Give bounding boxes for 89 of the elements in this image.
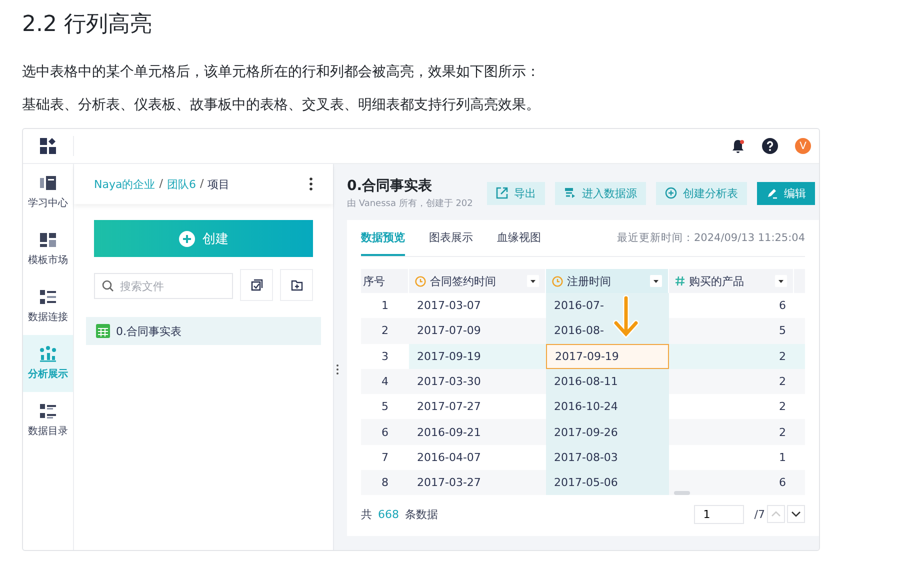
breadcrumb-current: 项目: [208, 176, 230, 192]
column-label: 购买的产品: [689, 274, 745, 288]
spreadsheet-icon: [96, 324, 110, 338]
page-count: /7: [754, 508, 765, 521]
create-icon: [665, 187, 677, 199]
dropdown-icon[interactable]: [775, 275, 787, 287]
total-count: 668: [378, 508, 399, 521]
table-cell-text: 6: [380, 424, 390, 441]
search-field[interactable]: 搜索文件: [94, 273, 233, 299]
table-cell-text: 1: [778, 450, 787, 466]
apps-icon[interactable]: [40, 138, 56, 154]
table-cell: 2017-05-06: [546, 470, 669, 496]
column-label: 合同签约时间: [430, 274, 497, 288]
nav-item[interactable]: 数据目录: [23, 392, 73, 449]
table-cell-text: 1: [380, 298, 390, 314]
dropdown-icon[interactable]: [650, 275, 662, 287]
column-label: 序号: [363, 274, 386, 288]
table-cell: 2017-09-19: [546, 344, 669, 369]
nav-item[interactable]: 学习中心: [23, 164, 73, 221]
sheet-owner-info: 由 Vanessa 所有，创建于 202: [347, 198, 474, 210]
section-heading: 2.2 行列高亮: [22, 11, 153, 39]
table-cell: 2017-09-19: [409, 344, 546, 369]
table-cell-text: 2: [380, 323, 390, 340]
learn-icon: [39, 175, 57, 191]
chevron-up-icon: [771, 511, 781, 518]
table-cell: 2017-08-03: [546, 444, 669, 470]
table-cell-text: 2: [778, 399, 787, 416]
sheet-title: 0.合同事实表: [347, 176, 434, 194]
hash-icon: [675, 276, 685, 286]
table-cell-text: 5: [778, 323, 787, 340]
more-icon[interactable]: [309, 177, 313, 191]
table-cell-text: 2017-07-27: [416, 399, 482, 416]
clock-icon: [415, 276, 426, 286]
file-item[interactable]: 0.合同事实表: [86, 317, 321, 345]
column-header[interactable]: 注册时间: [546, 269, 669, 293]
table-cell-text: 6: [778, 475, 787, 492]
folder-plus-icon: [290, 280, 302, 290]
tab[interactable]: 图表展示: [429, 220, 473, 256]
connect-icon: [39, 289, 57, 305]
table-cell-text: 2016-09-21: [416, 424, 482, 441]
analysis-icon: [39, 346, 57, 362]
new-folder-button[interactable]: [280, 269, 313, 301]
resize-handle[interactable]: [336, 364, 339, 375]
breadcrumb-separator: /: [200, 176, 204, 192]
table-cell-text: 8: [380, 475, 390, 492]
table-cell-text: 3: [380, 348, 390, 365]
table-cell: 2017-09-26: [546, 419, 669, 445]
total-label: 条数据: [405, 506, 438, 522]
dropdown-icon[interactable]: [527, 275, 539, 287]
table-cell-text: 2016-04-07: [416, 450, 482, 466]
total-label: 共: [361, 506, 372, 522]
page-input[interactable]: 1: [694, 504, 744, 524]
down-arrow-icon: [611, 295, 641, 339]
table-cell: 2016-10-24: [546, 394, 669, 420]
column-label: 注册时间: [567, 274, 612, 288]
last-updated-text: 最近更新时间：2024/09/13 11:25:04: [616, 231, 805, 245]
table-cell-text: 7: [380, 450, 390, 466]
table-cell: 2: [669, 344, 794, 369]
table-cell: 2016-08-11: [546, 368, 669, 394]
table-cell: 2016-08-: [546, 318, 669, 344]
export-icon: [496, 187, 508, 199]
breadcrumb-separator: /: [159, 176, 163, 192]
nav-item[interactable]: 数据连接: [23, 278, 73, 335]
source-icon: [564, 187, 576, 199]
table-cell: 2016-07-: [546, 293, 669, 318]
catalog-icon: [39, 403, 57, 419]
batch-select-button[interactable]: [240, 269, 273, 301]
table-cell-text: 5: [380, 399, 390, 416]
table-cell-text: 2: [778, 374, 787, 390]
table-cell-text: 2017-03-30: [416, 374, 482, 390]
edit-icon: [766, 187, 778, 199]
tab[interactable]: 血缘视图: [497, 220, 541, 256]
table-cell-text: 2017-03-07: [416, 298, 482, 314]
clock-icon: [552, 276, 563, 286]
table-cell-text: 2017-03-27: [416, 475, 482, 492]
plus-icon: [178, 230, 194, 246]
nav-item[interactable]: 模板市场: [23, 221, 73, 278]
table-cell-text: 4: [380, 374, 390, 390]
help-icon[interactable]: [762, 138, 778, 154]
chevron-down-icon: [791, 511, 801, 518]
table-cell-text: 2: [778, 424, 787, 441]
bell-icon[interactable]: [731, 138, 745, 154]
template-icon: [39, 232, 57, 248]
paragraph: 选中表格中的某个单元格后，该单元格所在的行和列都会被高亮，效果如下图所示：: [22, 63, 541, 82]
table-cell-text: 2017-07-09: [416, 323, 482, 340]
next-page-button[interactable]: [787, 505, 805, 524]
checkbox-icon: [250, 279, 262, 291]
paragraph: 基础表、分析表、仪表板、故事板中的表格、交叉表、明细表都支持行列高亮效果。: [22, 96, 541, 115]
table-cell-text: 6: [778, 298, 787, 314]
